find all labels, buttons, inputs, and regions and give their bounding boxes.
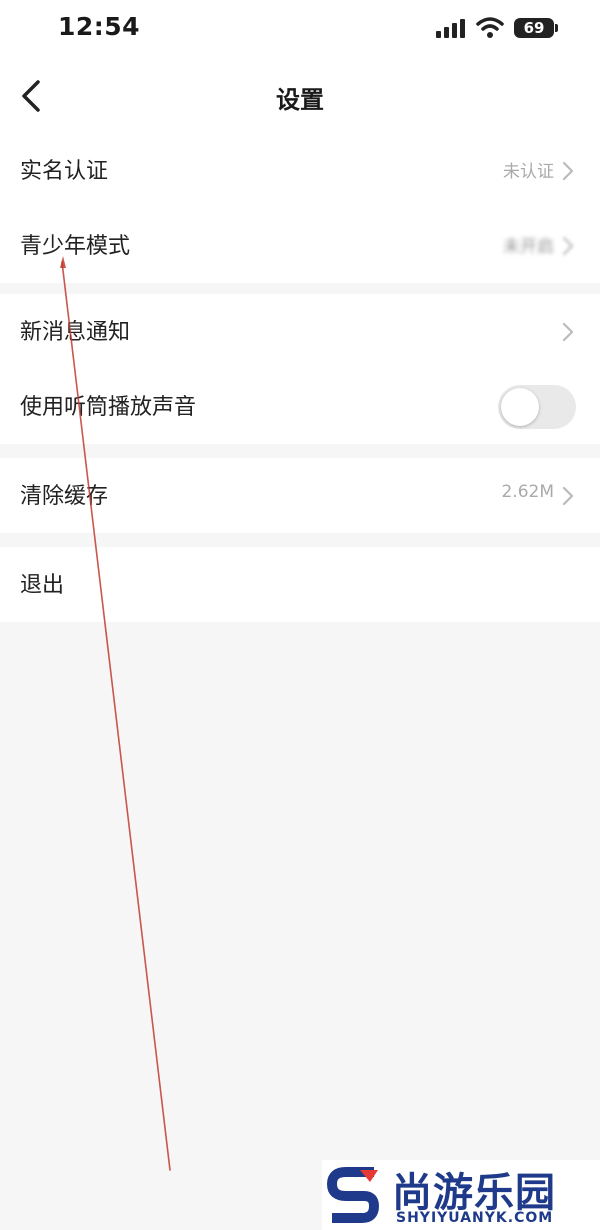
battery-cap bbox=[555, 24, 558, 32]
row-clear-cache[interactable]: 清除缓存 2.62M bbox=[0, 458, 600, 533]
status-time: 12:54 bbox=[58, 12, 141, 41]
row-value: 2.62M bbox=[501, 482, 554, 502]
row-value: 未认证 bbox=[503, 162, 554, 182]
toggle-knob bbox=[501, 388, 539, 426]
settings-group-notifications: 新消息通知 使用听筒播放声音 bbox=[0, 294, 600, 444]
wifi-icon bbox=[476, 17, 504, 38]
page-title: 设置 bbox=[276, 86, 324, 114]
battery-indicator: 69 bbox=[514, 18, 554, 38]
row-label: 退出 bbox=[20, 573, 65, 598]
row-teen-mode[interactable]: 青少年模式 未开启 bbox=[0, 208, 600, 283]
row-real-name-verification[interactable]: 实名认证 未认证 bbox=[0, 133, 600, 208]
settings-group-storage: 清除缓存 2.62M bbox=[0, 458, 600, 533]
signal-icon bbox=[436, 19, 465, 38]
chevron-right-icon bbox=[562, 236, 574, 256]
settings-group-logout: 退出 bbox=[0, 547, 600, 622]
watermark: 尚游乐园 SHYIYUANYK.COM bbox=[322, 1160, 600, 1230]
row-label: 青少年模式 bbox=[20, 234, 131, 259]
row-label: 新消息通知 bbox=[20, 320, 131, 345]
chevron-right-icon bbox=[562, 322, 574, 342]
row-logout[interactable]: 退出 bbox=[0, 547, 600, 622]
watermark-subtitle: SHYIYUANYK.COM bbox=[396, 1210, 554, 1226]
row-label: 实名认证 bbox=[20, 159, 109, 184]
row-value: 未开启 bbox=[503, 237, 554, 257]
row-earpiece-playback: 使用听筒播放声音 bbox=[0, 369, 600, 444]
status-bar: 12:54 69 bbox=[0, 0, 600, 58]
chevron-right-icon bbox=[562, 486, 574, 506]
chevron-right-icon bbox=[562, 161, 574, 181]
row-label: 使用听筒播放声音 bbox=[20, 395, 197, 420]
earpiece-toggle[interactable] bbox=[498, 385, 576, 429]
row-label: 清除缓存 bbox=[20, 484, 109, 509]
settings-group-account: 实名认证 未认证 青少年模式 未开启 bbox=[0, 133, 600, 283]
row-new-message-notification[interactable]: 新消息通知 bbox=[0, 294, 600, 369]
nav-bar: 设置 bbox=[0, 58, 600, 133]
battery-level: 69 bbox=[523, 19, 545, 37]
s-logo-icon bbox=[327, 1167, 379, 1223]
